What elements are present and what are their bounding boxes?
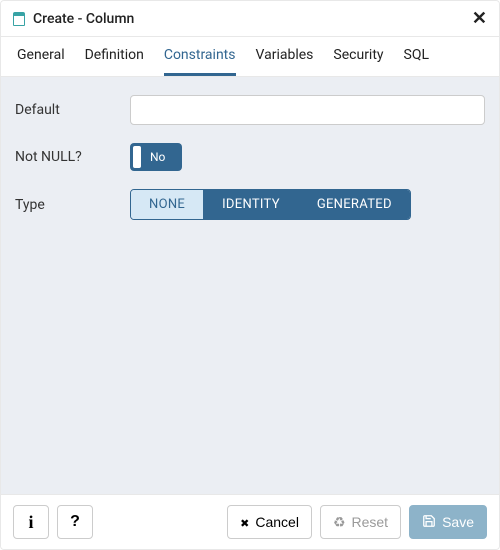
tab-label: Variables <box>256 47 314 63</box>
column-icon <box>13 12 25 26</box>
label-type: Type <box>15 197 130 213</box>
info-icon: i <box>28 512 33 533</box>
cancel-label: Cancel <box>255 514 299 530</box>
toggle-state-label: No <box>150 150 165 164</box>
recycle-icon: ♻ <box>333 514 346 531</box>
cancel-button[interactable]: Cancel <box>227 505 312 539</box>
toggle-knob <box>133 146 141 168</box>
save-label: Save <box>442 514 474 530</box>
dialog-title-wrap: Create - Column <box>13 11 472 27</box>
reset-button[interactable]: ♻ Reset <box>320 505 401 539</box>
save-icon <box>422 514 436 531</box>
type-option-generated[interactable]: GENERATED <box>299 190 410 219</box>
tab-label: Constraints <box>164 47 236 63</box>
seg-label: IDENTITY <box>222 197 280 212</box>
reset-label: Reset <box>352 514 389 530</box>
row-not-null: Not NULL? No <box>15 143 485 171</box>
tab-constraints[interactable]: Constraints <box>164 37 236 76</box>
tab-definition[interactable]: Definition <box>85 37 144 76</box>
help-button[interactable]: ? <box>57 505 93 539</box>
tab-label: SQL <box>404 47 429 63</box>
not-null-toggle[interactable]: No <box>130 143 182 171</box>
save-button[interactable]: Save <box>409 505 487 539</box>
tabs-bar: General Definition Constraints Variables… <box>1 37 499 77</box>
create-column-dialog: Create - Column ✕ General Definition Con… <box>0 0 500 550</box>
tab-general[interactable]: General <box>17 37 65 76</box>
row-type: Type NONE IDENTITY GENERATED <box>15 189 485 220</box>
tab-security[interactable]: Security <box>333 37 383 76</box>
type-option-none[interactable]: NONE <box>131 190 204 219</box>
dialog-body: Default Not NULL? No Type NONE <box>1 77 499 494</box>
row-default: Default <box>15 95 485 125</box>
dialog-footer: i ? Cancel ♻ Reset Save <box>1 494 499 549</box>
tab-label: Definition <box>85 47 144 63</box>
seg-label: GENERATED <box>317 197 392 212</box>
type-segmented: NONE IDENTITY GENERATED <box>130 189 411 220</box>
label-default: Default <box>15 102 130 118</box>
dialog-title: Create - Column <box>33 11 134 27</box>
help-icon: ? <box>70 513 80 531</box>
type-option-identity[interactable]: IDENTITY <box>204 190 299 219</box>
dialog-titlebar: Create - Column ✕ <box>1 1 499 37</box>
close-icon[interactable]: ✕ <box>472 8 487 29</box>
info-button[interactable]: i <box>13 505 49 539</box>
tab-variables[interactable]: Variables <box>256 37 314 76</box>
default-input[interactable] <box>130 95 485 125</box>
close-icon <box>240 514 249 530</box>
tab-sql[interactable]: SQL <box>404 37 429 76</box>
tab-label: General <box>17 47 65 63</box>
label-not-null: Not NULL? <box>15 149 130 165</box>
seg-label: NONE <box>149 197 185 212</box>
tab-label: Security <box>333 47 383 63</box>
